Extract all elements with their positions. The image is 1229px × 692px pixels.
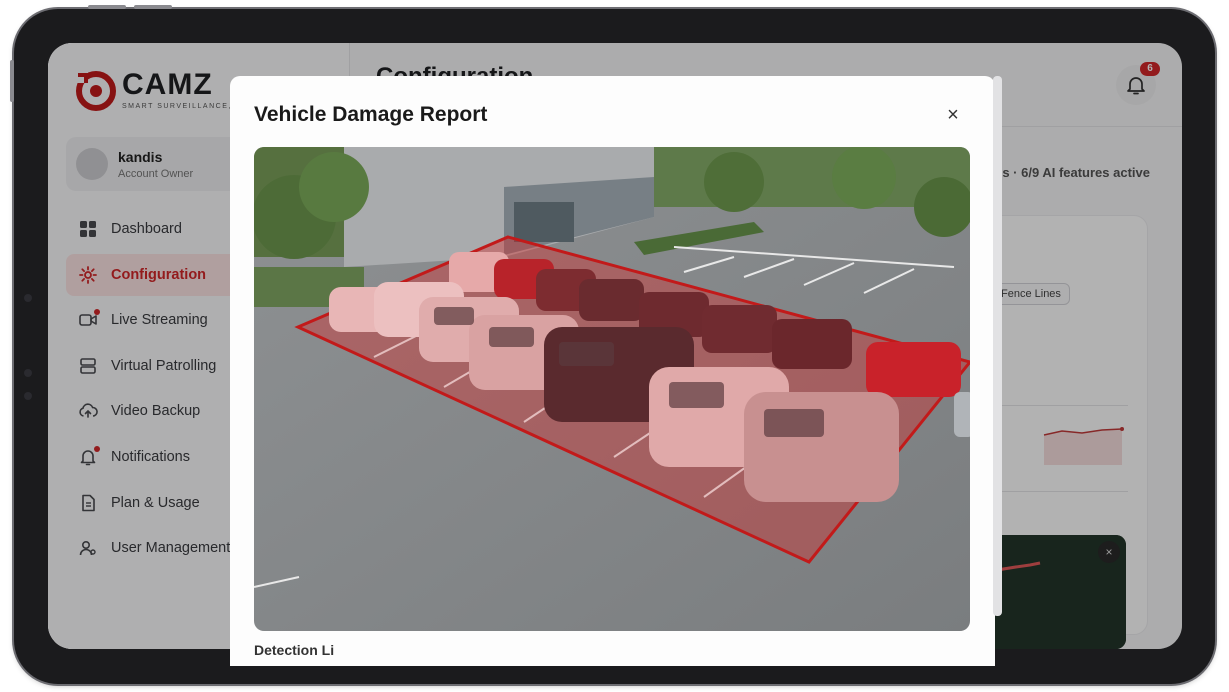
modal-title: Vehicle Damage Report	[254, 103, 488, 126]
camera-snapshot	[254, 147, 970, 631]
sensor-dot	[24, 392, 32, 400]
volume-button	[88, 5, 126, 9]
modal-scrollbar[interactable]	[993, 76, 1002, 616]
sensor-dot	[24, 369, 32, 377]
close-icon[interactable]: ×	[942, 104, 964, 126]
vehicle-damage-modal: Vehicle Damage Report × Detection Li	[230, 76, 1002, 666]
camera-dot	[24, 294, 32, 302]
volume-button	[134, 5, 172, 9]
power-button	[10, 60, 14, 102]
detection-lines-label: Detection Li	[254, 642, 335, 658]
